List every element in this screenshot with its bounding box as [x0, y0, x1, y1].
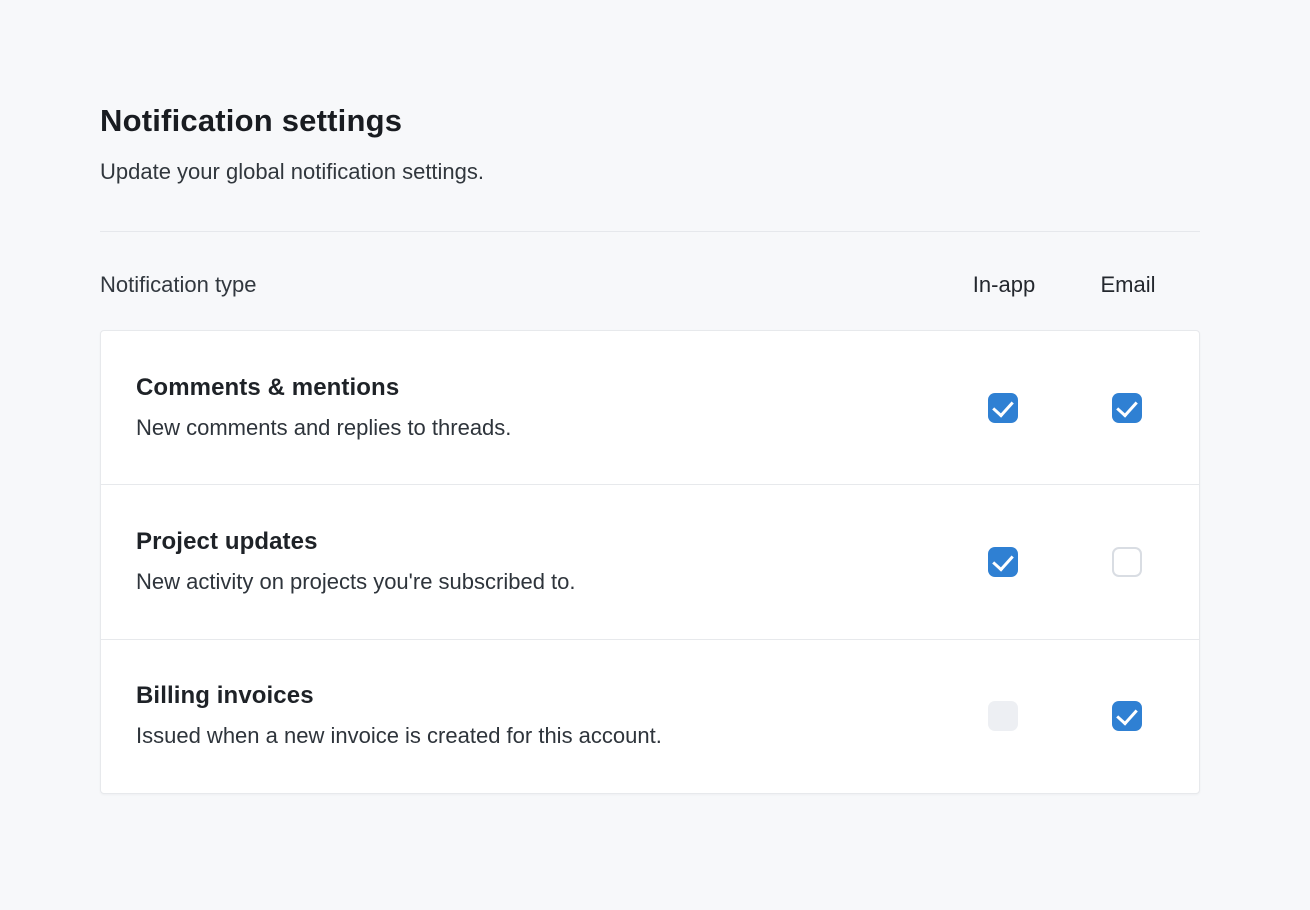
row-text: Project updates New activity on projects… [136, 527, 941, 597]
table-header: Notification type In-app Email [100, 232, 1200, 330]
page-subtitle: Update your global notification settings… [100, 157, 484, 187]
row-comments-mentions: Comments & mentions New comments and rep… [101, 331, 1199, 484]
row-description: New comments and replies to threads. [136, 413, 941, 443]
notification-settings-card: Comments & mentions New comments and rep… [100, 330, 1200, 794]
page-title: Notification settings [100, 103, 402, 139]
column-header-email: Email [1066, 272, 1190, 298]
row-project-updates: Project updates New activity on projects… [101, 484, 1199, 638]
row-title: Comments & mentions [136, 373, 941, 403]
email-cell [1065, 701, 1189, 731]
row-text: Comments & mentions New comments and rep… [136, 373, 941, 443]
row-description: Issued when a new invoice is created for… [136, 721, 941, 751]
in-app-cell [941, 547, 1065, 577]
comments-email-checkbox[interactable] [1112, 393, 1142, 423]
row-title: Billing invoices [136, 681, 941, 711]
billing-in-app-checkbox [988, 701, 1018, 731]
row-text: Billing invoices Issued when a new invoi… [136, 681, 941, 751]
column-header-notification-type: Notification type [100, 272, 942, 298]
in-app-cell [941, 393, 1065, 423]
billing-email-checkbox[interactable] [1112, 701, 1142, 731]
column-header-in-app: In-app [942, 272, 1066, 298]
email-cell [1065, 547, 1189, 577]
in-app-cell [941, 701, 1065, 731]
project-in-app-checkbox[interactable] [988, 547, 1018, 577]
project-email-checkbox[interactable] [1112, 547, 1142, 577]
email-cell [1065, 393, 1189, 423]
row-description: New activity on projects you're subscrib… [136, 567, 941, 597]
row-title: Project updates [136, 527, 941, 557]
comments-in-app-checkbox[interactable] [988, 393, 1018, 423]
row-billing-invoices: Billing invoices Issued when a new invoi… [101, 639, 1199, 793]
